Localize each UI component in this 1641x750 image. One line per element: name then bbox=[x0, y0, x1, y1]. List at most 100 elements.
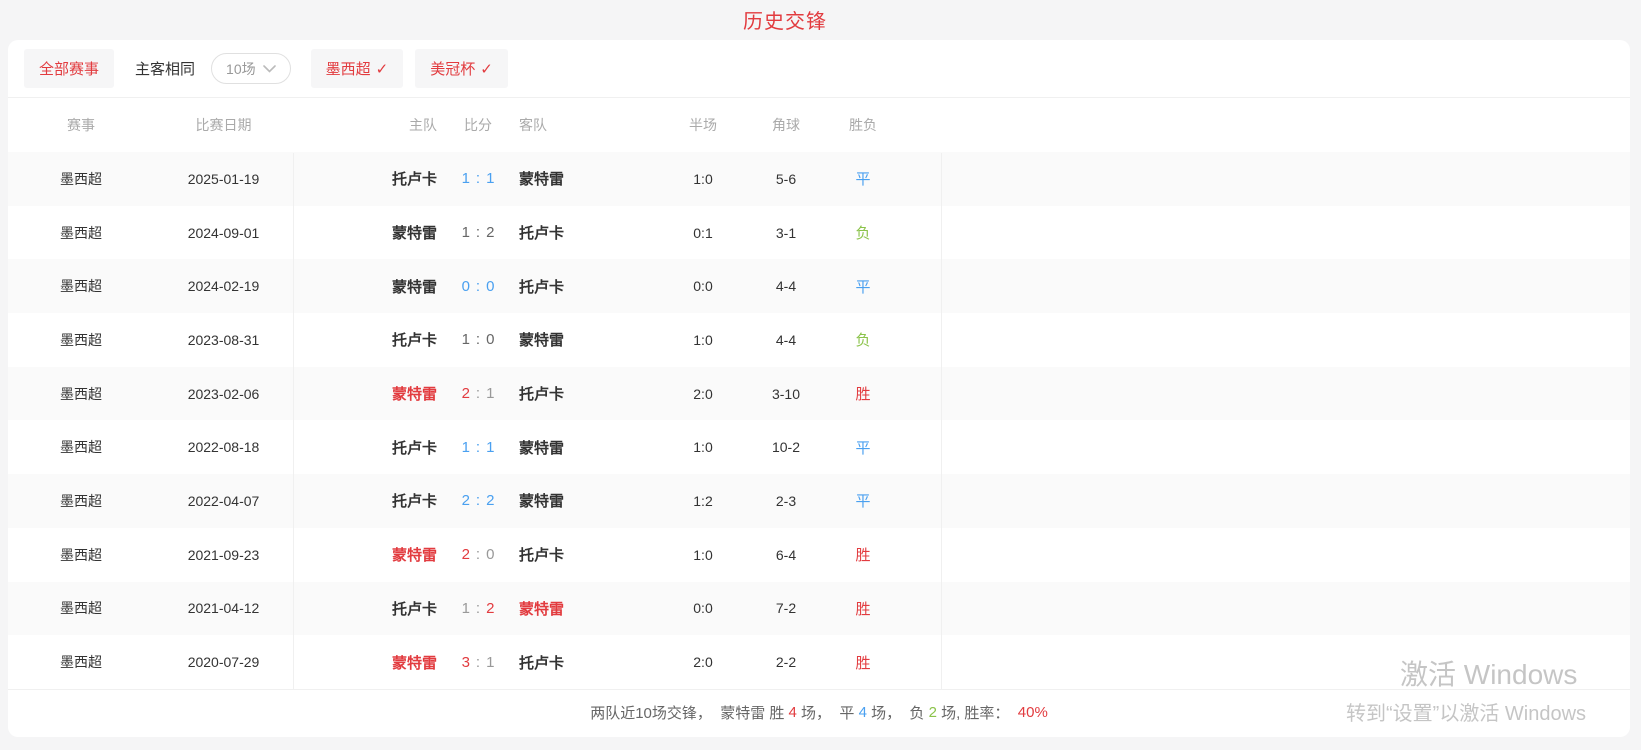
away-team: 托卢卡 bbox=[519, 222, 658, 243]
corners-cell: 2-2 bbox=[748, 654, 824, 670]
column-divider bbox=[941, 153, 942, 690]
table-row: 墨西超 2022-08-18 托卢卡 1:1 蒙特雷 1:0 10-2 平 bbox=[8, 420, 1630, 474]
corners-cell: 7-2 bbox=[748, 600, 824, 616]
table-row: 墨西超 2021-04-12 托卢卡 1:2 蒙特雷 0:0 7-2 胜 bbox=[8, 582, 1630, 636]
header-date: 比赛日期 bbox=[154, 115, 293, 135]
away-team: 蒙特雷 bbox=[519, 437, 658, 458]
corners-cell: 3-10 bbox=[748, 386, 824, 402]
summary-segment: 两队近10场交锋， 蒙特雷 胜 bbox=[590, 702, 788, 723]
summary-segment: 40% bbox=[1018, 704, 1048, 721]
header-home: 主队 bbox=[293, 115, 437, 135]
league-cell: 墨西超 bbox=[8, 437, 154, 457]
match-count-dropdown[interactable]: 10场 bbox=[211, 53, 291, 84]
league-cell: 墨西超 bbox=[8, 223, 154, 243]
halftime-cell: 1:0 bbox=[658, 332, 748, 348]
home-goals: 3 bbox=[462, 654, 470, 671]
halftime-cell: 0:0 bbox=[658, 278, 748, 294]
chevron-down-icon bbox=[263, 65, 276, 73]
league-cell: 墨西超 bbox=[8, 652, 154, 672]
halftime-cell: 1:2 bbox=[658, 493, 748, 509]
home-team: 托卢卡 bbox=[293, 329, 437, 350]
date-cell: 2021-09-23 bbox=[154, 547, 293, 563]
tab-home-away-same[interactable]: 主客相同 bbox=[135, 58, 195, 79]
home-team: 托卢卡 bbox=[293, 490, 437, 511]
corners-cell: 10-2 bbox=[748, 439, 824, 455]
halftime-cell: 0:0 bbox=[658, 600, 748, 616]
league-cell: 墨西超 bbox=[8, 169, 154, 189]
away-team: 蒙特雷 bbox=[519, 490, 658, 511]
score-separator: : bbox=[476, 439, 480, 456]
league-filter-liga-mx[interactable]: 墨西超 ✓ bbox=[311, 49, 404, 88]
score-cell: 2:1 bbox=[437, 385, 519, 402]
header-result: 胜负 bbox=[824, 115, 902, 135]
table-row: 墨西超 2024-02-19 蒙特雷 0:0 托卢卡 0:0 4-4 平 bbox=[8, 259, 1630, 313]
score-separator: : bbox=[476, 170, 480, 187]
home-goals: 1 bbox=[462, 600, 470, 617]
home-team: 蒙特雷 bbox=[293, 544, 437, 565]
summary-segment: 场, 胜率： bbox=[937, 702, 1018, 723]
away-team: 蒙特雷 bbox=[519, 598, 658, 619]
away-team: 托卢卡 bbox=[519, 383, 658, 404]
corners-cell: 4-4 bbox=[748, 332, 824, 348]
summary-segment: 场， 负 bbox=[867, 702, 929, 723]
halftime-cell: 2:0 bbox=[658, 386, 748, 402]
table-row: 墨西超 2020-07-29 蒙特雷 3:1 托卢卡 2:0 2-2 胜 bbox=[8, 635, 1630, 689]
corners-cell: 2-3 bbox=[748, 493, 824, 509]
away-goals: 0 bbox=[486, 331, 494, 348]
away-goals: 0 bbox=[486, 278, 494, 295]
header-score: 比分 bbox=[437, 115, 519, 135]
date-cell: 2023-08-31 bbox=[154, 332, 293, 348]
header-away: 客队 bbox=[519, 115, 658, 135]
league-cell: 墨西超 bbox=[8, 598, 154, 618]
home-goals: 1 bbox=[462, 170, 470, 187]
away-goals: 1 bbox=[486, 385, 494, 402]
score-cell: 2:2 bbox=[437, 492, 519, 509]
home-team: 蒙特雷 bbox=[293, 652, 437, 673]
score-separator: : bbox=[476, 278, 480, 295]
score-separator: : bbox=[476, 224, 480, 241]
home-team: 托卢卡 bbox=[293, 598, 437, 619]
score-cell: 1:1 bbox=[437, 439, 519, 456]
checkmark-icon: ✓ bbox=[376, 60, 389, 78]
league-cell: 墨西超 bbox=[8, 545, 154, 565]
result-badge: 平 bbox=[824, 168, 902, 189]
result-badge: 胜 bbox=[824, 652, 902, 673]
result-badge: 负 bbox=[824, 222, 902, 243]
date-cell: 2020-07-29 bbox=[154, 654, 293, 670]
filter-bar: 全部赛事 主客相同 10场 墨西超 ✓ 美冠杯 ✓ bbox=[8, 40, 1630, 98]
home-team: 托卢卡 bbox=[293, 168, 437, 189]
home-goals: 0 bbox=[462, 278, 470, 295]
score-separator: : bbox=[476, 385, 480, 402]
score-cell: 1:0 bbox=[437, 331, 519, 348]
corners-cell: 5-6 bbox=[748, 171, 824, 187]
column-divider bbox=[293, 153, 294, 690]
league-filter-concacaf-cup[interactable]: 美冠杯 ✓ bbox=[415, 49, 508, 88]
score-cell: 2:0 bbox=[437, 546, 519, 563]
score-separator: : bbox=[476, 546, 480, 563]
league-cell: 墨西超 bbox=[8, 384, 154, 404]
score-cell: 1:2 bbox=[437, 224, 519, 241]
h2h-panel: 全部赛事 主客相同 10场 墨西超 ✓ 美冠杯 ✓ 赛事 比赛日期 主队 比分 … bbox=[8, 40, 1630, 737]
tab-all-events[interactable]: 全部赛事 bbox=[24, 49, 114, 88]
match-count-value: 10场 bbox=[226, 59, 256, 79]
score-separator: : bbox=[476, 492, 480, 509]
summary-line: 两队近10场交锋， 蒙特雷 胜 4 场， 平 4 场， 负 2 场, 胜率： 4… bbox=[8, 690, 1630, 736]
score-cell: 1:1 bbox=[437, 170, 519, 187]
away-goals: 1 bbox=[486, 654, 494, 671]
away-team: 蒙特雷 bbox=[519, 329, 658, 350]
result-badge: 胜 bbox=[824, 598, 902, 619]
score-separator: : bbox=[476, 331, 480, 348]
result-badge: 胜 bbox=[824, 544, 902, 565]
league-cell: 墨西超 bbox=[8, 491, 154, 511]
table-header-row: 赛事 比赛日期 主队 比分 客队 半场 角球 胜负 bbox=[8, 98, 1630, 152]
result-badge: 平 bbox=[824, 276, 902, 297]
score-cell: 3:1 bbox=[437, 654, 519, 671]
header-league: 赛事 bbox=[8, 115, 154, 135]
away-team: 托卢卡 bbox=[519, 544, 658, 565]
home-team: 托卢卡 bbox=[293, 437, 437, 458]
table-row: 墨西超 2022-04-07 托卢卡 2:2 蒙特雷 1:2 2-3 平 bbox=[8, 474, 1630, 528]
halftime-cell: 0:1 bbox=[658, 225, 748, 241]
away-goals: 0 bbox=[486, 546, 494, 563]
date-cell: 2024-02-19 bbox=[154, 278, 293, 294]
away-goals: 1 bbox=[486, 170, 494, 187]
